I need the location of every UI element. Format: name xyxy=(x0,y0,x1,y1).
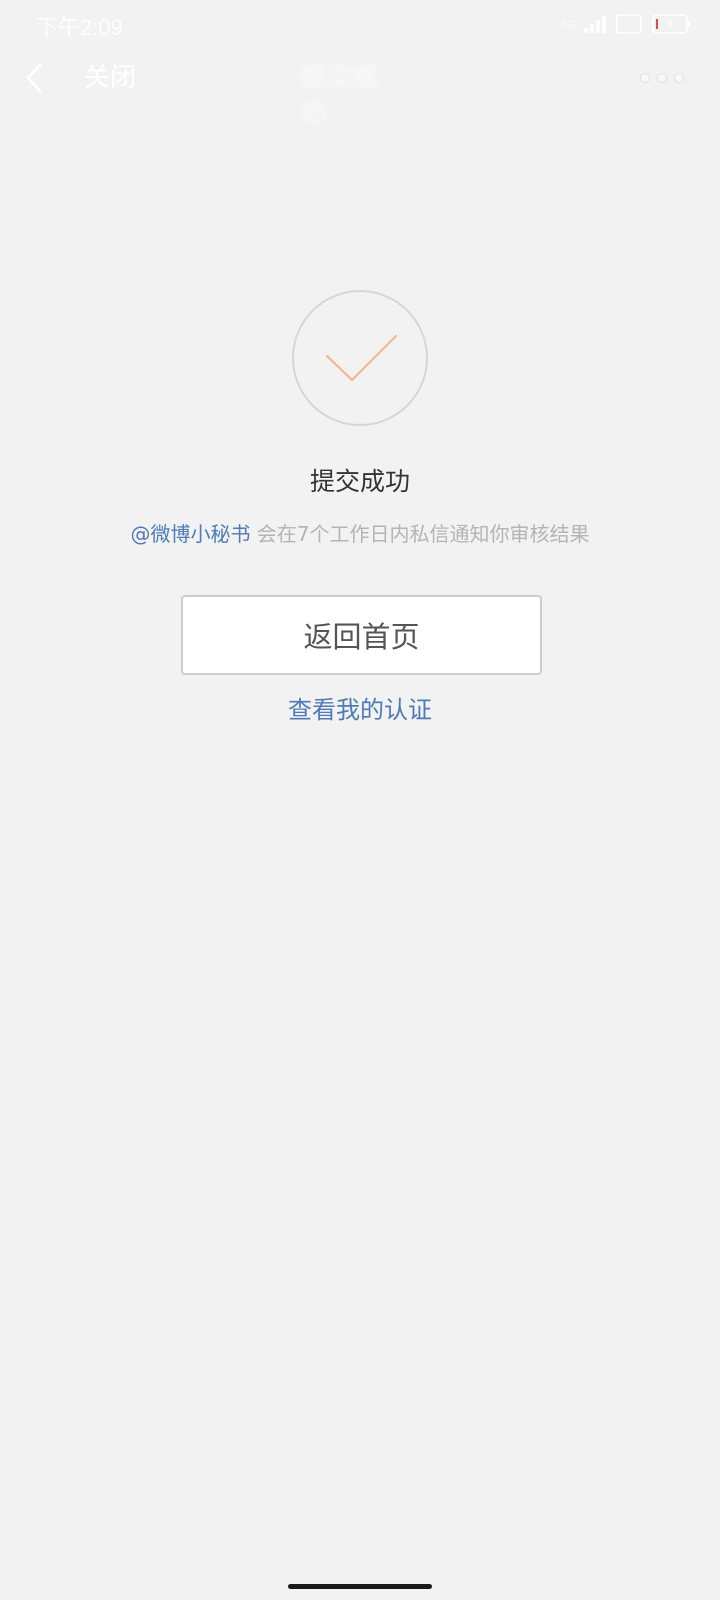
weibo-secretary-link[interactable]: @微博小秘书 xyxy=(130,522,250,546)
back-button[interactable] xyxy=(14,56,58,100)
success-check-icon xyxy=(292,290,428,426)
more-dot-icon xyxy=(657,73,667,83)
status-icons: 4G 3 xyxy=(561,12,691,36)
view-my-verification-link[interactable]: 查看我的认证 xyxy=(0,690,720,725)
back-to-home-button[interactable]: 返回首页 xyxy=(181,595,542,675)
more-options-button[interactable] xyxy=(640,66,684,90)
nav-title: 提交成功 xyxy=(300,63,379,129)
home-indicator[interactable] xyxy=(288,1584,432,1589)
status-bar: 下午2:09 4G 3 xyxy=(0,0,720,48)
more-dot-icon xyxy=(640,73,650,83)
close-button[interactable]: 关闭 xyxy=(84,60,136,96)
signal-icon xyxy=(584,15,606,33)
wifi-icon xyxy=(616,14,642,34)
chevron-left-icon xyxy=(26,63,42,93)
network-type-icon: 4G xyxy=(561,19,574,29)
battery-icon: 3 xyxy=(652,14,691,34)
success-title: 提交成功 xyxy=(309,467,410,496)
review-notice-text: 会在7个工作日内私信通知你审核结果 xyxy=(250,522,590,546)
more-dot-icon xyxy=(674,73,684,83)
status-time: 下午2:09 xyxy=(36,15,123,40)
nav-bar: 关闭 提交成功 xyxy=(0,48,720,129)
review-notice: @微博小秘书 会在7个工作日内私信通知你审核结果 xyxy=(0,518,720,547)
